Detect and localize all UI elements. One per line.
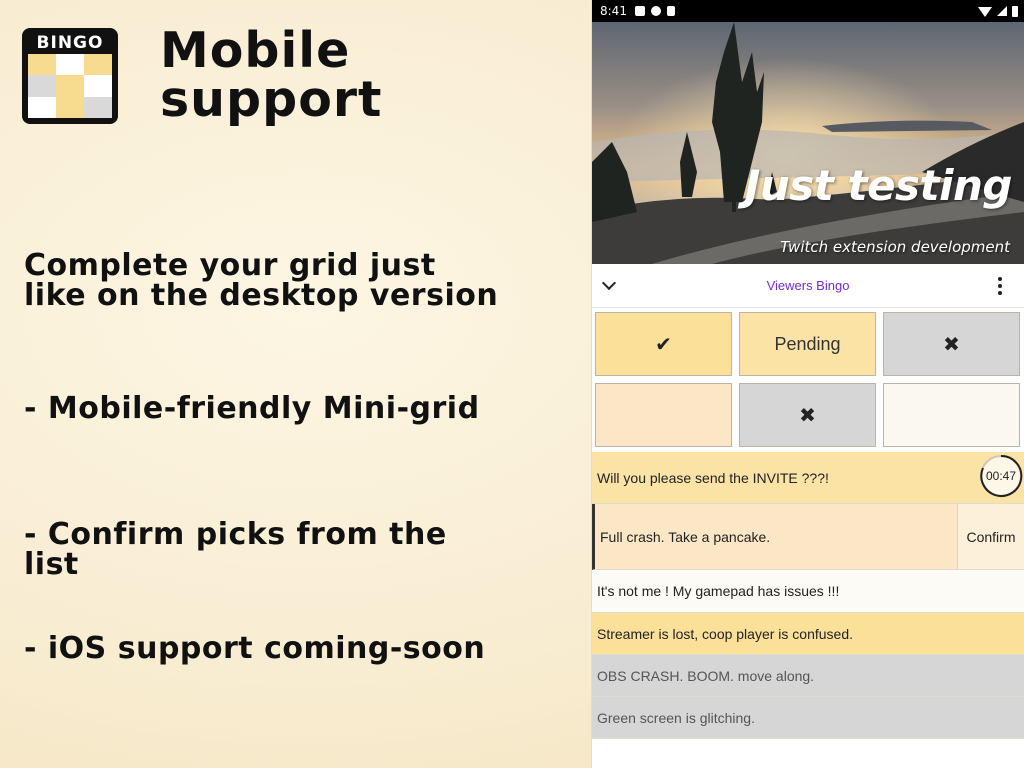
- bingo-mini-grid: ✔ Pending ✖ ✖: [592, 308, 1024, 452]
- logo-cell: [28, 54, 56, 76]
- grid-cell-empty[interactable]: [595, 383, 732, 447]
- feature-point-minigrid: - Mobile-friendly Mini-grid: [24, 394, 564, 424]
- timer-text: 00:47: [985, 469, 1017, 483]
- list-item-text: Will you please send the INVITE ???!: [597, 469, 829, 486]
- feature-point-ios: - iOS support coming-soon: [24, 634, 564, 664]
- feature-text: Complete your grid just: [24, 248, 436, 283]
- list-item[interactable]: OBS CRASH. BOOM. move along.: [592, 655, 1024, 697]
- list-item-text: Full crash. Take a pancake.: [600, 528, 771, 545]
- feature-text: list: [24, 547, 79, 582]
- list-item-text: Green screen is glitching.: [597, 709, 755, 726]
- countdown-timer: 00:47: [979, 454, 1023, 498]
- grid-cell-empty[interactable]: [883, 383, 1020, 447]
- feature-point-confirm: - Confirm picks from the list: [24, 520, 564, 580]
- file-notification-icon: [666, 6, 675, 16]
- list-item[interactable]: Streamer is lost, coop player is confuse…: [592, 613, 1024, 655]
- feature-point-grid: Complete your grid just like on the desk…: [24, 251, 564, 311]
- feature-text: like on the desktop version: [24, 278, 499, 313]
- grid-cell-confirmed[interactable]: ✔: [595, 312, 732, 376]
- logo-grid-icon: [28, 54, 112, 118]
- bingo-logo: BINGO: [22, 28, 118, 124]
- logo-cell: [56, 75, 84, 97]
- logo-cell: [84, 96, 112, 118]
- stream-thumbnail-image: [592, 22, 1024, 264]
- headline-line-1: Mobile: [160, 22, 351, 79]
- battery-icon: [1012, 5, 1018, 17]
- signal-icon: [997, 6, 1007, 16]
- grid-cell-missed[interactable]: ✖: [883, 312, 1020, 376]
- logo-cell: [28, 75, 56, 97]
- headline: Mobile support: [160, 26, 382, 124]
- phone-screen: 8:41 Just testing Twitch extension devel…: [591, 0, 1024, 768]
- list-item-text: Streamer is lost, coop player is confuse…: [597, 625, 854, 642]
- headline-line-2: support: [160, 71, 383, 128]
- grid-cell-missed[interactable]: ✖: [739, 383, 876, 447]
- stream-video[interactable]: Just testing Twitch extension developmen…: [592, 22, 1024, 264]
- logo-cell: [56, 54, 84, 76]
- feature-text: - iOS support coming-soon: [24, 631, 486, 666]
- confirm-button[interactable]: Confirm: [957, 504, 1024, 569]
- list-item-invite[interactable]: Will you please send the INVITE ???! 00:…: [592, 452, 1024, 504]
- list-item[interactable]: It's not me ! My gamepad has issues !!!: [592, 570, 1024, 613]
- app-notification-icon: [650, 6, 661, 16]
- status-time: 8:41: [600, 4, 627, 18]
- logo-cell: [84, 75, 112, 97]
- logo-cell: [56, 96, 84, 118]
- logo-label: BINGO: [36, 33, 104, 53]
- video-subtitle: Twitch extension development: [780, 238, 1010, 256]
- extension-title: Viewers Bingo: [766, 278, 850, 293]
- logo-cell: [28, 96, 56, 118]
- feature-text: - Mobile-friendly Mini-grid: [24, 391, 480, 426]
- extension-header: Viewers Bingo: [592, 264, 1024, 308]
- grid-cell-pending[interactable]: Pending: [739, 312, 876, 376]
- list-item-pending[interactable]: Full crash. Take a pancake. Confirm: [592, 504, 1024, 570]
- logo-cell: [84, 54, 112, 76]
- status-bar: 8:41: [592, 0, 1024, 22]
- list-item-text: It's not me ! My gamepad has issues !!!: [597, 583, 840, 599]
- feature-text: - Confirm picks from the: [24, 517, 447, 552]
- chat-notification-icon: [634, 6, 645, 16]
- video-title: Just testing: [744, 161, 1013, 210]
- list-item-text: OBS CRASH. BOOM. move along.: [597, 667, 815, 684]
- wifi-icon: [978, 7, 992, 17]
- more-options-icon[interactable]: [998, 277, 1002, 298]
- list-item[interactable]: Green screen is glitching.: [592, 697, 1024, 739]
